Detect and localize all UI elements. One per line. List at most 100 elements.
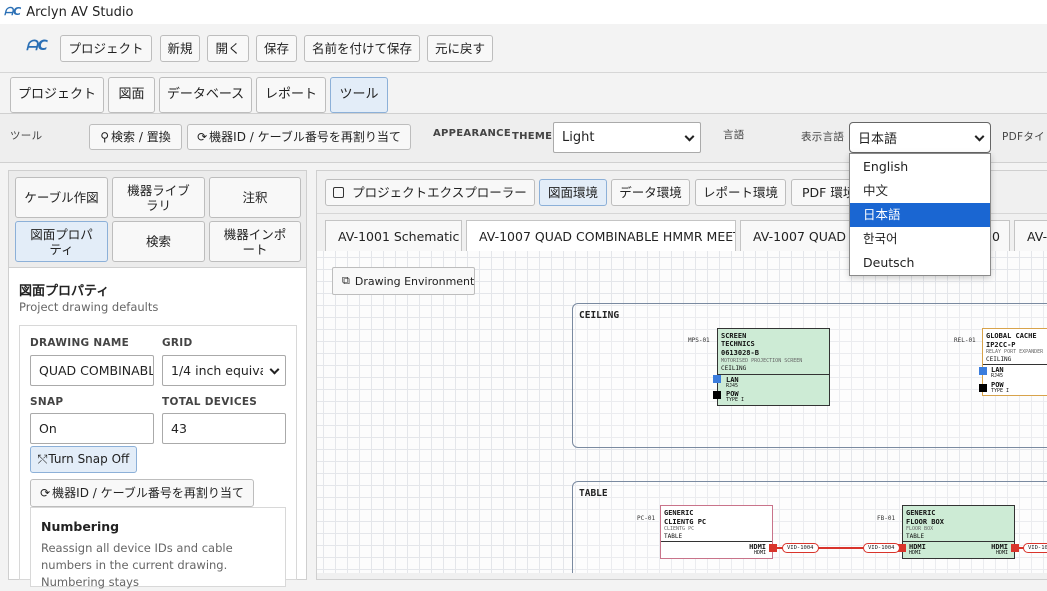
port-hdmi-out-type: HDMI [995, 550, 1008, 556]
theme-select[interactable]: Light [553, 122, 701, 153]
props-title: 図面プロパティ [19, 284, 110, 299]
divider [0, 72, 1047, 73]
language-option-chinese[interactable]: 中文 [850, 179, 990, 203]
hdmi-port-connector[interactable] [769, 544, 777, 552]
device-id-tag: PC-01 [637, 515, 656, 522]
project-explorer-button[interactable]: プロジェクトエクスプローラー [325, 179, 535, 206]
port-lan-type: RJ45 [726, 383, 739, 389]
grid-select[interactable]: 1/4 inch equivalent [162, 355, 286, 386]
sidebar-toggle-icon [333, 187, 345, 198]
data-env-button[interactable]: データ環境 [611, 179, 690, 206]
doc-tab-schematic-1[interactable]: AV-1001 Schematic 1 [325, 220, 462, 251]
language-option-english[interactable]: English [850, 155, 990, 179]
annotation-button[interactable]: 注釈 [209, 177, 301, 218]
tab-report[interactable]: レポート [256, 77, 326, 113]
drawing-name-label: DRAWING NAME [30, 337, 130, 349]
language-option-japanese[interactable]: 日本語 [850, 203, 990, 227]
device-import-button[interactable]: 機器インポート [209, 221, 301, 262]
app-logo-icon: ᗩC [4, 5, 22, 18]
chevron-down-icon [974, 131, 985, 142]
save-as-button[interactable]: 名前を付けて保存 [304, 35, 420, 62]
language-option-german[interactable]: Deutsch [850, 251, 990, 275]
device-id-tag: REL-01 [954, 337, 976, 344]
project-button[interactable]: プロジェクト [60, 35, 152, 62]
doc-tab-quad-combinable[interactable]: AV-1007 QUAD COMBINABLE HMMR MEET 30 [466, 220, 736, 251]
pow-port-connector[interactable] [979, 384, 987, 392]
chevron-down-icon [684, 131, 695, 142]
snap-button-label: Turn Snap Off [48, 452, 130, 467]
snap-input[interactable]: On [30, 413, 154, 444]
lan-port-connector[interactable] [713, 375, 721, 383]
lan-port-connector[interactable] [979, 367, 987, 375]
pow-port-connector[interactable] [713, 391, 721, 399]
tab-database[interactable]: データベース [159, 77, 252, 113]
port-hdmi-in-type: HDMI [909, 550, 922, 556]
tab-drawing[interactable]: 図面 [108, 77, 155, 113]
open-button[interactable]: 開く [207, 35, 249, 62]
window-title: Arclyn AV Studio [26, 4, 134, 20]
device-loc: TABLE [906, 533, 925, 540]
device-model: FLOOR BOX [906, 518, 944, 526]
renumber-label: 機器ID / ケーブル番号を再割り当て [209, 129, 401, 144]
device-screen-technics[interactable]: SCREEN TECHNICS 0613028-B MOTORISED PROJ… [717, 328, 830, 406]
snap-off-icon: ⤲ [37, 452, 48, 467]
device-model: 0613028-B [721, 349, 759, 357]
cable-label[interactable]: VID-1004 [863, 543, 900, 553]
search-replace-label: 検索 / 置換 [111, 129, 171, 144]
drawing-properties-button[interactable]: 図面プロパティ [15, 221, 108, 262]
pdf-title-label: PDFタイト [1002, 131, 1047, 143]
language-option-korean[interactable]: 한국어 [850, 227, 990, 251]
hdmi-port-connector[interactable] [1011, 544, 1019, 552]
refresh-icon: ⟳ [197, 129, 208, 144]
language-value: 日本語 [858, 132, 898, 147]
display-language-label: 表示言語 [801, 131, 845, 143]
doc-tab-av[interactable]: AV- [1014, 220, 1047, 251]
cable-draw-button[interactable]: ケーブル作図 [15, 177, 108, 218]
port-pow-type: TYPE I [991, 388, 1010, 394]
search-button[interactable]: 検索 [112, 221, 205, 262]
device-divider [903, 541, 1014, 542]
total-devices-label: TOTAL DEVICES [162, 396, 258, 408]
numbering-text: Reassign all device IDs and cable number… [41, 541, 233, 589]
chevron-down-icon [269, 364, 280, 375]
turn-snap-off-button[interactable]: ⤲ Turn Snap Off [30, 446, 137, 473]
new-button[interactable]: 新規 [160, 35, 200, 62]
search-replace-button[interactable]: ⚲ 検索 / 置換 [89, 124, 182, 150]
drawing-canvas[interactable]: ⧉ Drawing Environment CEILING TABLE MPS-0… [317, 251, 1047, 573]
cable-label[interactable]: VID-1005 [1023, 543, 1047, 553]
grid-value: 1/4 inch equivalent [171, 363, 263, 378]
tab-project[interactable]: プロジェクト [10, 77, 104, 113]
tab-tools[interactable]: ツール [330, 77, 388, 113]
save-button[interactable]: 保存 [256, 35, 297, 62]
device-sub: CLIENTG PC [664, 526, 695, 532]
total-devices-input[interactable]: 43 [162, 413, 286, 444]
device-generic-pc[interactable]: GENERIC CLIENTG PC CLIENTG PC TABLE HDMI… [660, 505, 773, 559]
language-dropdown: English 中文 日本語 한국어 Deutsch [849, 153, 991, 276]
device-title: GENERIC [664, 509, 694, 517]
device-id-tag: MPS-01 [688, 337, 710, 344]
props-subtitle: Project drawing defaults [19, 300, 159, 314]
device-loc: CEILING [721, 365, 747, 372]
cable-label[interactable]: VID-1004 [782, 543, 819, 553]
search-icon: ⚲ [100, 129, 110, 144]
refresh-icon: ⟳ [40, 485, 51, 500]
port-pow-type: TYPE I [726, 397, 745, 403]
theme-label: THEME [512, 131, 553, 142]
device-title: GENERIC [906, 509, 936, 517]
panel-renumber-button[interactable]: ⟳ 機器ID / ケーブル番号を再割り当て [30, 479, 254, 507]
device-floor-box[interactable]: GENERIC FLOOR BOX FLOOR BOX TABLE HDMI H… [902, 505, 1015, 559]
undo-button[interactable]: 元に戻す [427, 35, 493, 62]
device-library-button[interactable]: 機器ライブラリ [112, 177, 205, 218]
device-sub: FLOOR BOX [906, 526, 934, 532]
device-id-tag: FB-01 [877, 515, 896, 522]
drawing-env-button[interactable]: 図面環境 [539, 179, 607, 206]
report-env-button[interactable]: レポート環境 [695, 179, 786, 206]
drawing-environment-badge: ⧉ Drawing Environment [332, 267, 475, 295]
language-select[interactable]: 日本語 [849, 122, 991, 153]
device-global-cache[interactable]: GLOBAL CACHE IP2CC-P RELAY PORT EXPANDER… [982, 328, 1047, 396]
theme-value: Light [562, 130, 595, 145]
grid-label: GRID [162, 337, 193, 349]
drawing-name-input[interactable]: QUAD COMBINABLE [30, 355, 154, 386]
renumber-button[interactable]: ⟳ 機器ID / ケーブル番号を再割り当て [187, 124, 411, 150]
port-lan-type: RJ45 [991, 373, 1004, 379]
